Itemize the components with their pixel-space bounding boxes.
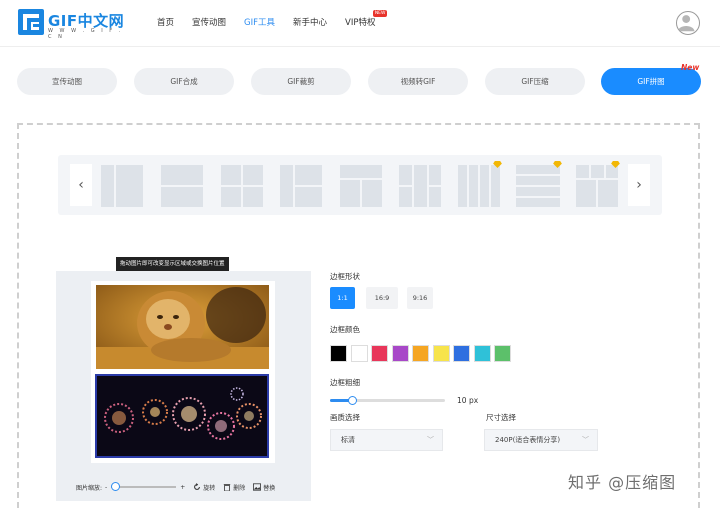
ratio-9-16-button[interactable]: 9:16 — [407, 287, 433, 309]
template-item[interactable] — [340, 165, 382, 207]
next-arrow-icon[interactable]: › — [628, 164, 650, 206]
header-divider — [0, 46, 720, 47]
zoom-slider[interactable] — [111, 482, 177, 491]
nav-beginner[interactable]: 新手中心 — [293, 16, 327, 28]
thickness-value: 10 px — [457, 396, 478, 405]
template-item[interactable] — [221, 165, 263, 207]
size-label: 尺寸选择 — [486, 413, 516, 422]
image-controls: 图片缩放: - + 旋转 删除 替换 — [76, 481, 296, 493]
color-swatch[interactable] — [453, 345, 470, 362]
color-swatch[interactable] — [371, 345, 388, 362]
image-icon — [253, 483, 262, 491]
tab-video-to-gif[interactable]: 视频转GIF — [368, 68, 468, 95]
color-swatch[interactable] — [473, 345, 491, 362]
thickness-slider-handle[interactable] — [348, 396, 357, 405]
nav-gif-tools[interactable]: GIF工具 — [244, 16, 275, 28]
template-item[interactable] — [576, 161, 620, 207]
replace-label: 替换 — [263, 484, 276, 492]
color-swatch[interactable] — [330, 345, 347, 362]
tab-gif-compress[interactable]: GIF压缩 — [485, 68, 585, 95]
thickness-slider[interactable] — [330, 396, 445, 405]
chevron-down-icon: ﹀ — [427, 436, 434, 444]
top-header: GIF中文网 W W W . G I F . C N 首页 宣传动图 GIF工具… — [0, 0, 720, 46]
tab-gif-merge[interactable]: GIF合成 — [134, 68, 234, 95]
ratio-16-9-button[interactable]: 16:9 — [366, 287, 398, 309]
trash-icon — [224, 484, 231, 491]
color-swatch[interactable] — [350, 345, 368, 362]
delete-label: 删除 — [233, 484, 246, 492]
size-value: 240P(适合表情分享) — [495, 436, 561, 444]
brand-url: W W W . G I F . C N — [48, 28, 123, 40]
ratio-1-1-button[interactable]: 1:1 — [330, 287, 355, 309]
nav-vip-label: VIP特权 — [345, 18, 376, 28]
site-logo[interactable]: GIF中文网 W W W . G I F . C N — [18, 9, 128, 40]
template-item[interactable] — [161, 165, 203, 207]
prev-arrow-icon[interactable]: ‹ — [70, 164, 92, 206]
nav-home[interactable]: 首页 — [157, 16, 174, 28]
zoom-slider-handle[interactable] — [111, 482, 121, 491]
new-badge: NEW — [372, 10, 388, 17]
template-item[interactable] — [516, 161, 562, 207]
tab-promo-gif[interactable]: 宣传动图 — [17, 68, 117, 95]
color-swatch[interactable] — [494, 345, 511, 362]
rotate-icon — [194, 483, 201, 490]
nav-vip[interactable]: VIP特权 NEW — [345, 10, 388, 28]
main-nav: 首页 宣传动图 GIF工具 新手中心 VIP特权 NEW — [157, 10, 393, 28]
thickness-label: 边框粗细 — [330, 378, 360, 387]
quality-label: 画质选择 — [330, 413, 360, 422]
vip-diamond-icon — [493, 161, 502, 168]
frame-color-label: 边框颜色 — [330, 325, 360, 334]
new-label: New — [681, 63, 700, 72]
tab-gif-collage[interactable]: GIF拼图 — [601, 68, 701, 95]
tab-gif-crop[interactable]: GIF裁剪 — [251, 68, 351, 95]
vip-diamond-icon — [553, 161, 562, 168]
color-swatch[interactable] — [432, 345, 450, 362]
nav-promo-gif[interactable]: 宣传动图 — [192, 16, 226, 28]
frame-shape-label: 边框形状 — [330, 272, 360, 281]
logo-icon — [18, 9, 44, 35]
chevron-down-icon: ﹀ — [582, 436, 589, 444]
collage-image-cat[interactable] — [96, 285, 269, 369]
delete-button[interactable]: 删除 — [223, 483, 245, 492]
replace-button[interactable]: 替换 — [253, 483, 275, 492]
size-select[interactable]: 240P(适合表情分享) ﹀ — [484, 429, 598, 451]
template-selector: ‹ › — [58, 155, 662, 215]
drag-tooltip: 拖动图片即可改变显示区域或交换图片位置 — [116, 257, 229, 271]
watermark: 知乎 @压缩图 — [568, 473, 677, 492]
user-avatar-icon[interactable] — [676, 11, 700, 35]
zoom-minus-button[interactable]: - — [105, 484, 107, 491]
zoom-plus-button[interactable]: + — [180, 484, 185, 491]
color-swatch[interactable] — [412, 345, 429, 362]
thickness-number: 10 — [457, 396, 467, 405]
thickness-unit: px — [468, 396, 479, 405]
rotate-label: 旋转 — [203, 484, 216, 492]
template-item[interactable] — [101, 165, 143, 207]
collage-image-fireworks[interactable] — [95, 374, 269, 458]
template-item[interactable] — [458, 161, 502, 207]
rotate-button[interactable]: 旋转 — [193, 483, 215, 492]
template-item[interactable] — [399, 165, 441, 207]
quality-value: 标清 — [341, 436, 355, 444]
vip-diamond-icon — [611, 161, 620, 168]
quality-select[interactable]: 标清 ﹀ — [330, 429, 443, 451]
zoom-label: 图片缩放: — [76, 484, 103, 492]
tool-tabs: 宣传动图 GIF合成 GIF裁剪 视频转GIF GIF压缩 GIF拼图 — [17, 68, 707, 95]
template-item[interactable] — [280, 165, 322, 207]
color-swatch[interactable] — [391, 345, 409, 362]
